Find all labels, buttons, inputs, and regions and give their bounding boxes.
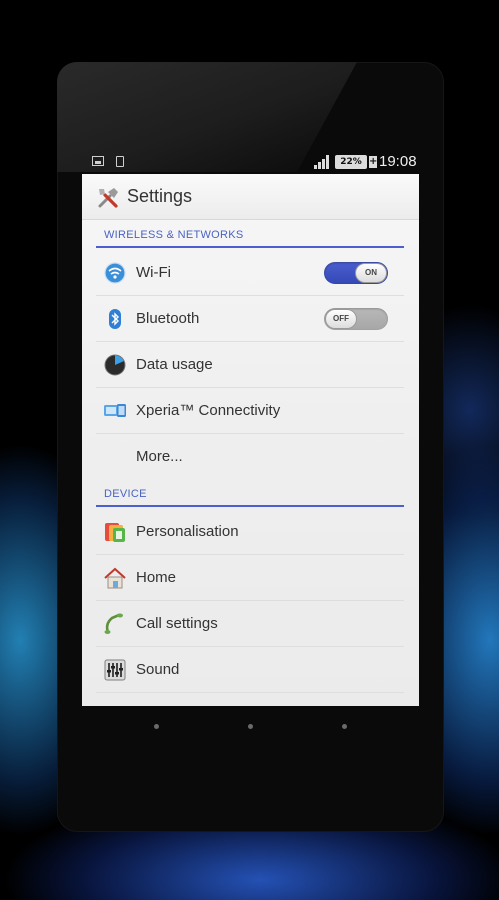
home-icon	[104, 567, 126, 589]
more-label: More...	[136, 448, 183, 465]
settings-item-xperia-connectivity[interactable]: Xperia™ Connectivity	[96, 388, 404, 434]
sound-icon	[104, 659, 126, 681]
wifi-label: Wi-Fi	[136, 264, 171, 281]
section-header-wireless: WIRELESS & NETWORKS	[96, 226, 404, 248]
back-button[interactable]	[154, 724, 159, 729]
navigation-bar	[82, 718, 419, 738]
status-bar: 22% + 19:08	[82, 150, 419, 174]
home-button[interactable]	[248, 724, 253, 729]
bluetooth-label: Bluetooth	[136, 310, 200, 327]
phone-notification-icon	[116, 156, 124, 167]
settings-item-data-usage[interactable]: Data usage	[96, 342, 404, 388]
status-time: 19:08	[379, 153, 417, 170]
charging-icon: +	[369, 156, 378, 168]
home-label: Home	[136, 569, 177, 586]
data-usage-icon	[104, 354, 126, 376]
call-settings-label: Call settings	[136, 615, 218, 632]
wifi-toggle[interactable]: ON	[324, 262, 388, 284]
xperia-connectivity-label: Xperia™ Connectivity	[136, 402, 281, 419]
battery-indicator: 22%	[335, 155, 367, 169]
settings-item-more[interactable]: More...	[96, 434, 404, 480]
signal-icon	[314, 155, 330, 169]
bluetooth-toggle[interactable]: OFF	[324, 308, 388, 330]
settings-item-sound[interactable]: Sound	[96, 647, 404, 693]
settings-tools-icon[interactable]	[96, 186, 120, 210]
settings-item-wifi[interactable]: Wi-Fi ON	[96, 250, 404, 296]
section-header-device: DEVICE	[96, 485, 404, 507]
personalisation-label: Personalisation	[136, 523, 239, 540]
settings-item-call-settings[interactable]: Call settings	[96, 601, 404, 647]
action-bar: Settings	[82, 174, 419, 220]
wifi-icon	[104, 262, 126, 284]
settings-item-personalisation[interactable]: Personalisation	[96, 509, 404, 555]
bluetooth-icon	[109, 309, 121, 329]
settings-item-bluetooth[interactable]: Bluetooth OFF	[96, 296, 404, 342]
recent-apps-button[interactable]	[342, 724, 347, 729]
bluetooth-toggle-knob: OFF	[325, 309, 357, 329]
screenshot-notification-icon	[92, 156, 104, 166]
wifi-toggle-knob: ON	[355, 263, 387, 283]
personalisation-icon	[105, 523, 125, 542]
sound-label: Sound	[136, 661, 180, 678]
data-usage-label: Data usage	[136, 356, 213, 373]
settings-screen: Settings WIRELESS & NETWORKS Wi-Fi ON Bl…	[82, 174, 419, 706]
settings-item-home[interactable]: Home	[96, 555, 404, 601]
page-title: Settings	[127, 186, 193, 206]
xperia-connectivity-icon	[104, 404, 126, 417]
call-settings-icon	[104, 613, 123, 634]
